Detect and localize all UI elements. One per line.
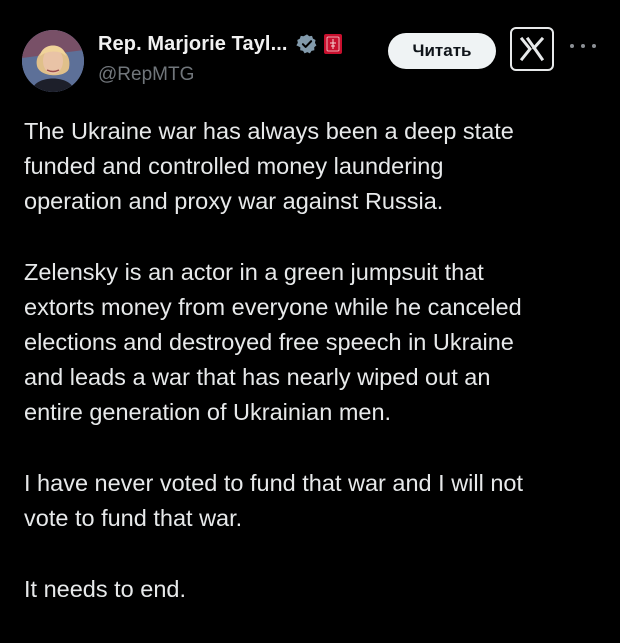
text-line: entire generation of Ukrainian men. xyxy=(24,399,392,425)
display-name-row: Rep. Marjorie Tayl... xyxy=(98,30,342,58)
dot xyxy=(581,44,585,48)
tweet-header: Rep. Marjorie Tayl... @RepMTG Читать xyxy=(0,0,620,100)
verified-badge-icon xyxy=(295,34,317,54)
text-line: It needs to end. xyxy=(24,576,187,602)
tweet-text: The Ukraine war has always been a deep s… xyxy=(24,114,604,643)
handle[interactable]: @RepMTG xyxy=(98,64,342,86)
tweet-paragraph-4: It needs to end. xyxy=(24,572,604,607)
x-logo-icon[interactable] xyxy=(510,27,554,71)
text-line: operation and proxy war against Russia. xyxy=(24,188,444,214)
follow-button[interactable]: Читать xyxy=(388,33,496,69)
text-line: funded and controlled money laundering xyxy=(24,153,444,179)
avatar[interactable] xyxy=(22,30,84,92)
more-dots-icon[interactable] xyxy=(570,36,596,56)
text-line: elections and destroyed free speech in U… xyxy=(24,329,514,355)
text-line: vote to fund that war. xyxy=(24,505,243,531)
dot xyxy=(570,44,574,48)
text-line: extorts money from everyone while he can… xyxy=(24,294,522,320)
house-seal-icon[interactable] xyxy=(323,34,342,54)
dot xyxy=(592,44,596,48)
tweet-paragraph-2: Zelensky is an actor in a green jumpsuit… xyxy=(24,255,604,430)
text-line: I have never voted to fund that war and … xyxy=(24,470,524,496)
text-line: and leads a war that has nearly wiped ou… xyxy=(24,364,491,390)
tweet-paragraph-1: The Ukraine war has always been a deep s… xyxy=(24,114,604,219)
display-name[interactable]: Rep. Marjorie Tayl... xyxy=(98,33,288,56)
tweet-paragraph-3: I have never voted to fund that war and … xyxy=(24,466,604,536)
text-line: The Ukraine war has always been a deep s… xyxy=(24,118,514,144)
author-names: Rep. Marjorie Tayl... @RepMTG xyxy=(98,30,342,86)
text-line: Zelensky is an actor in a green jumpsuit… xyxy=(24,259,484,285)
